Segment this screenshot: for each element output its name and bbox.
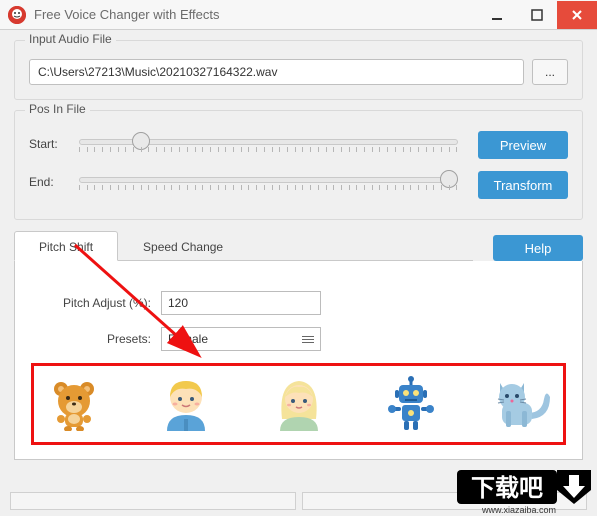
tab-speed-change[interactable]: Speed Change — [118, 231, 248, 261]
preset-boy-icon[interactable] — [156, 374, 216, 434]
combo-menu-icon — [302, 336, 314, 343]
end-slider[interactable] — [79, 167, 458, 197]
preset-robot-icon[interactable] — [381, 374, 441, 434]
presets-icons-box — [31, 363, 566, 445]
tab-content: Pitch Adjust (%): Presets: Female — [14, 261, 583, 460]
input-audio-group: Input Audio File ... — [14, 40, 583, 100]
minimize-button[interactable] — [477, 1, 517, 29]
preset-cat-icon[interactable] — [493, 374, 553, 434]
tab-bar: Pitch Shift Speed Change — [14, 230, 473, 261]
start-label: Start: — [29, 137, 79, 151]
browse-button[interactable]: ... — [532, 59, 568, 85]
transform-button[interactable]: Transform — [478, 171, 568, 199]
end-label: End: — [29, 175, 79, 189]
presets-value: Female — [168, 332, 208, 346]
tab-pitch-shift[interactable]: Pitch Shift — [14, 231, 118, 261]
window-title: Free Voice Changer with Effects — [34, 7, 477, 22]
presets-combo[interactable]: Female — [161, 327, 321, 351]
help-button[interactable]: Help — [493, 235, 583, 261]
title-bar: Free Voice Changer with Effects — [0, 0, 597, 30]
preview-button[interactable]: Preview — [478, 131, 568, 159]
pos-in-file-legend: Pos In File — [25, 102, 90, 116]
close-button[interactable] — [557, 1, 597, 29]
input-audio-legend: Input Audio File — [25, 32, 116, 46]
start-slider[interactable] — [79, 129, 458, 159]
pos-in-file-group: Pos In File Start: End: — [14, 110, 583, 220]
app-logo-icon — [8, 6, 26, 24]
pitch-adjust-input[interactable] — [161, 291, 321, 315]
preset-girl-icon[interactable] — [269, 374, 329, 434]
status-cell-left — [10, 492, 296, 510]
input-file-path[interactable] — [29, 59, 524, 85]
svg-text:下载吧: 下载吧 — [471, 475, 543, 502]
pitch-adjust-label: Pitch Adjust (%): — [31, 296, 161, 310]
svg-text:www.xiazaiba.com: www.xiazaiba.com — [481, 505, 556, 515]
maximize-button[interactable] — [517, 1, 557, 29]
preset-bear-icon[interactable] — [44, 374, 104, 434]
presets-label: Presets: — [31, 332, 161, 346]
watermark-logo: 下载吧 www.xiazaiba.com — [457, 466, 597, 516]
